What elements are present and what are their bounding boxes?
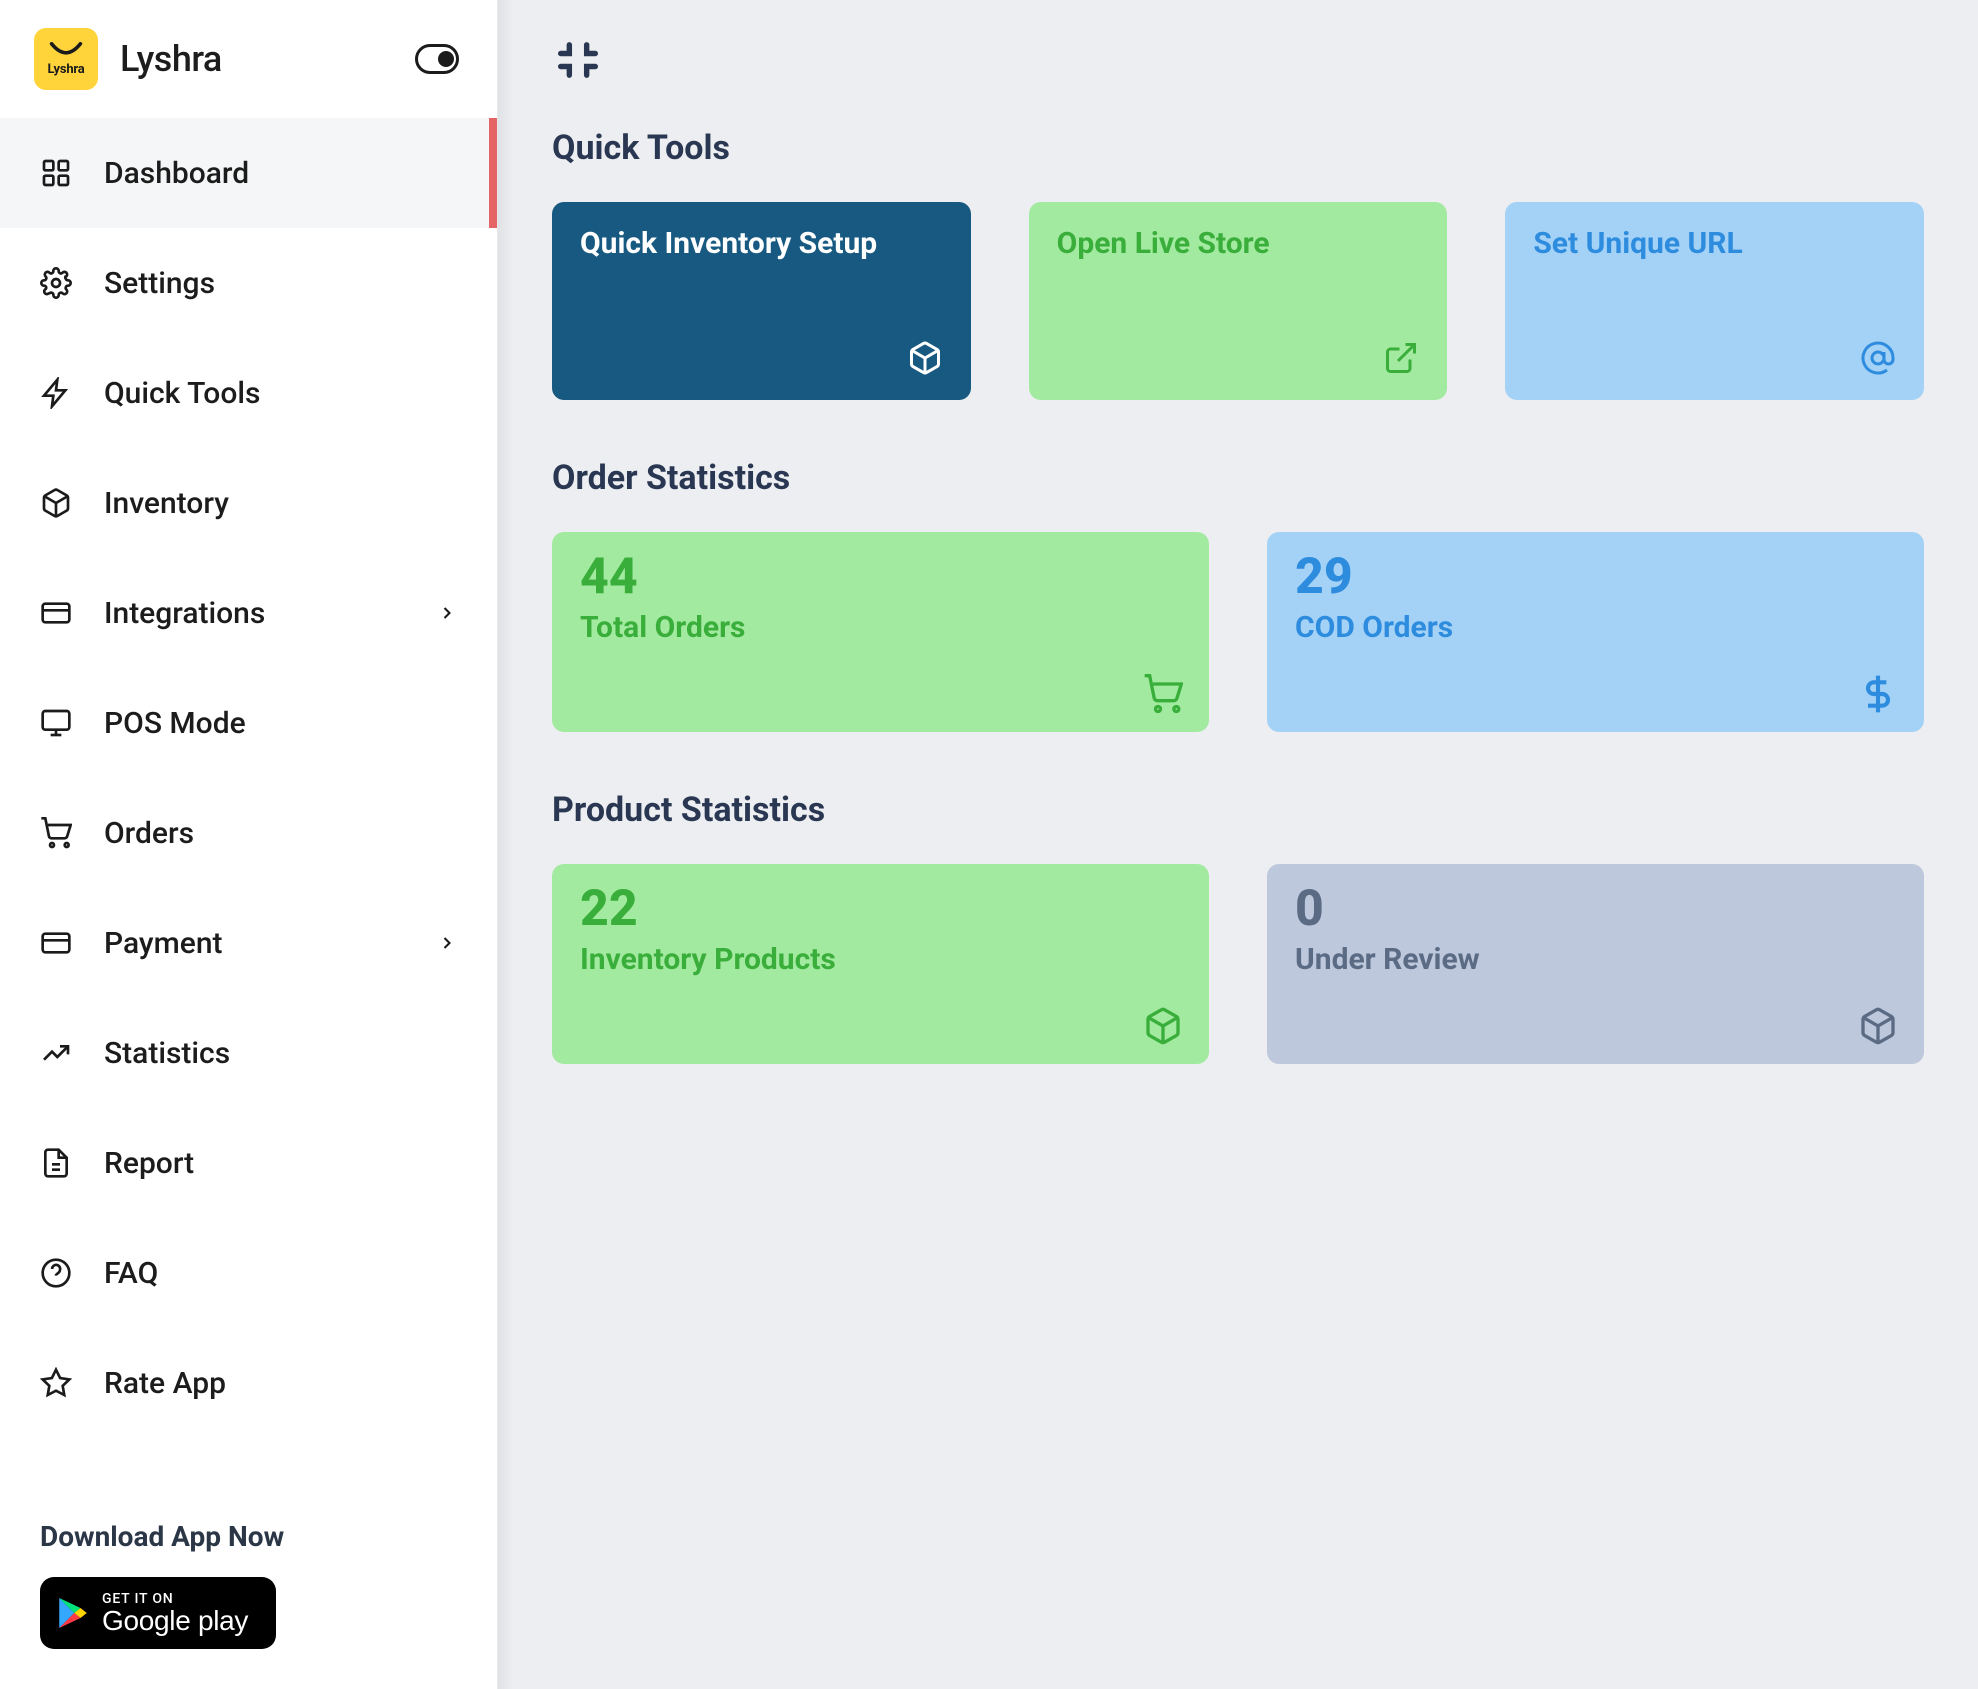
quick-tool-open-live-store[interactable]: Open Live Store (1029, 202, 1448, 400)
sidebar-item-label: Integrations (104, 596, 405, 631)
stat-cod-orders[interactable]: 29 COD Orders (1267, 532, 1924, 732)
quick-tool-inventory-setup[interactable]: Quick Inventory Setup (552, 202, 971, 400)
sidebar-item-label: Report (104, 1146, 457, 1181)
at-icon (1860, 340, 1896, 376)
sidebar-item-dashboard[interactable]: Dashboard (0, 118, 497, 228)
sidebar-item-quick-tools[interactable]: Quick Tools (0, 338, 497, 448)
sidebar-item-label: Quick Tools (104, 376, 457, 411)
stat-label: Inventory Products (580, 942, 1181, 977)
cart-icon (40, 817, 72, 849)
promo-title: Download App Now (40, 1520, 457, 1553)
gear-icon (40, 267, 72, 299)
tool-title: Open Live Store (1057, 226, 1420, 261)
brand-name: Lyshra (120, 38, 393, 80)
sidebar-item-statistics[interactable]: Statistics (0, 998, 497, 1108)
external-link-icon (1383, 340, 1419, 376)
sidebar-item-inventory[interactable]: Inventory (0, 448, 497, 558)
stat-label: COD Orders (1295, 610, 1896, 645)
exit-fullscreen-button[interactable] (552, 34, 604, 86)
sidebar-item-payment[interactable]: Payment (0, 888, 497, 998)
stat-under-review[interactable]: 0 Under Review (1267, 864, 1924, 1064)
sidebar-item-label: Statistics (104, 1036, 457, 1071)
theme-toggle[interactable] (415, 44, 459, 74)
sidebar-item-label: Rate App (104, 1366, 457, 1401)
sidebar-item-label: Orders (104, 816, 457, 851)
stat-value: 44 (580, 552, 1181, 602)
toggle-knob (438, 51, 454, 67)
sidebar-item-label: POS Mode (104, 706, 457, 741)
cart-icon (1143, 674, 1183, 714)
star-icon (40, 1367, 72, 1399)
section-title-product-stats: Product Statistics (552, 790, 1924, 830)
sidebar-item-faq[interactable]: FAQ (0, 1218, 497, 1328)
promo-section: Download App Now GET IT ON Google play (0, 1496, 497, 1689)
sidebar-item-settings[interactable]: Settings (0, 228, 497, 338)
logo-smile-icon (47, 42, 85, 60)
sidebar-header: Lyshra Lyshra (0, 0, 497, 118)
sidebar-item-label: Inventory (104, 486, 457, 521)
box-icon (907, 340, 943, 376)
box-icon (1143, 1006, 1183, 1046)
tool-title: Quick Inventory Setup (580, 226, 943, 261)
main-content: Quick Tools Quick Inventory Setup Open L… (498, 0, 1978, 1689)
sidebar-item-label: Settings (104, 266, 457, 301)
google-play-badge[interactable]: GET IT ON Google play (40, 1577, 276, 1649)
sidebar-item-orders[interactable]: Orders (0, 778, 497, 888)
trend-icon (40, 1037, 72, 1069)
bolt-icon (40, 377, 72, 409)
logo-word: Lyshra (47, 62, 84, 77)
grid-icon (40, 157, 72, 189)
stat-value: 29 (1295, 552, 1896, 602)
file-icon (40, 1147, 72, 1179)
card-icon (40, 597, 72, 629)
sidebar-item-report[interactable]: Report (0, 1108, 497, 1218)
chevron-right-icon (437, 933, 457, 953)
help-icon (40, 1257, 72, 1289)
monitor-icon (40, 707, 72, 739)
product-stats-row: 22 Inventory Products 0 Under Review (552, 864, 1924, 1064)
sidebar-item-integrations[interactable]: Integrations (0, 558, 497, 668)
stat-value: 0 (1295, 884, 1896, 934)
stat-total-orders[interactable]: 44 Total Orders (552, 532, 1209, 732)
sidebar-item-pos-mode[interactable]: POS Mode (0, 668, 497, 778)
quick-tool-set-unique-url[interactable]: Set Unique URL (1505, 202, 1924, 400)
sidebar-item-rate-app[interactable]: Rate App (0, 1328, 497, 1438)
chevron-right-icon (437, 603, 457, 623)
stat-inventory-products[interactable]: 22 Inventory Products (552, 864, 1209, 1064)
brand-logo[interactable]: Lyshra (34, 28, 98, 90)
nav: Dashboard Settings Quick Tools Inventory… (0, 118, 497, 1496)
sidebar-item-label: Payment (104, 926, 405, 961)
gplay-big: Google play (102, 1607, 248, 1635)
stat-value: 22 (580, 884, 1181, 934)
sidebar-item-label: FAQ (104, 1256, 457, 1291)
card-icon (40, 927, 72, 959)
order-stats-row: 44 Total Orders 29 COD Orders (552, 532, 1924, 732)
section-title-quick-tools: Quick Tools (552, 128, 1924, 168)
sidebar: Lyshra Lyshra Dashboard Settings Quick T… (0, 0, 498, 1689)
box-icon (1858, 1006, 1898, 1046)
google-play-icon (58, 1596, 88, 1630)
stat-label: Under Review (1295, 942, 1896, 977)
quick-tools-row: Quick Inventory Setup Open Live Store Se… (552, 202, 1924, 400)
stat-label: Total Orders (580, 610, 1181, 645)
section-title-order-stats: Order Statistics (552, 458, 1924, 498)
google-play-text: GET IT ON Google play (102, 1591, 248, 1635)
dollar-icon (1858, 674, 1898, 714)
box-icon (40, 487, 72, 519)
tool-title: Set Unique URL (1533, 226, 1896, 261)
sidebar-item-label: Dashboard (104, 156, 457, 191)
